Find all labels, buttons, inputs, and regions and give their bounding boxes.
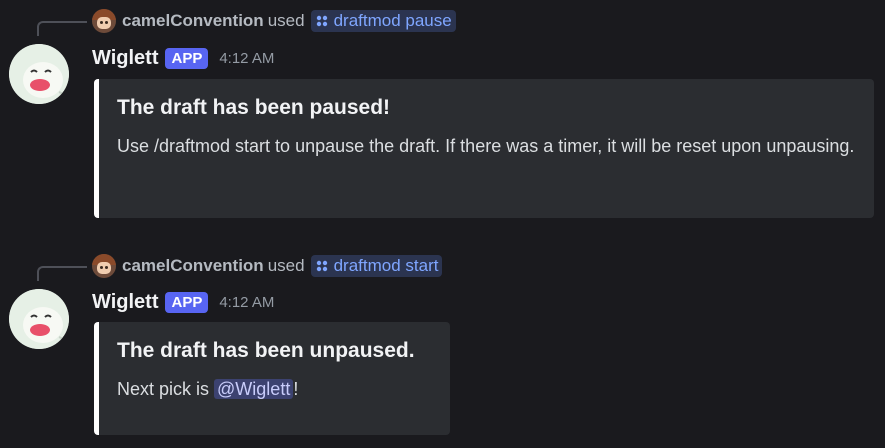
embed-title: The draft has been unpaused.: [117, 339, 415, 362]
reply-username[interactable]: camelConvention: [122, 256, 264, 276]
wiglett-avatar[interactable]: [9, 289, 69, 349]
timestamp[interactable]: 4:12 AM: [219, 50, 274, 67]
user-mention[interactable]: @Wiglett: [214, 379, 294, 399]
reply-username[interactable]: camelConvention: [122, 11, 264, 31]
embed-description-suffix: !: [293, 379, 299, 399]
slash-command-icon: [316, 260, 327, 272]
user-avatar[interactable]: [92, 254, 116, 278]
timestamp[interactable]: 4:12 AM: [219, 294, 274, 311]
command-name: draftmod pause: [333, 11, 452, 30]
slash-command-icon: [316, 15, 327, 27]
author-name[interactable]: Wiglett: [92, 47, 158, 70]
embed-description-text: Next pick is: [117, 379, 215, 399]
user-avatar[interactable]: [92, 9, 116, 33]
embed: The draft has been unpaused. Next pick i…: [94, 322, 450, 435]
reply-used-text: used: [267, 256, 305, 275]
wiglett-avatar-image: [9, 44, 69, 104]
embed: The draft has been paused! Use /draftmod…: [94, 79, 874, 218]
embed-title: The draft has been paused!: [117, 96, 391, 119]
reply-spine: [37, 266, 87, 281]
embed-description: Next pick is @Wiglett!: [117, 376, 434, 402]
wiglett-avatar[interactable]: [9, 44, 69, 104]
reply-context[interactable]: camelConvention used draftmod pause: [92, 9, 456, 33]
app-badge: APP: [165, 291, 209, 313]
command-pill[interactable]: draftmod pause: [310, 10, 456, 32]
author-name[interactable]: Wiglett: [92, 291, 158, 314]
command-pill[interactable]: draftmod start: [310, 255, 443, 277]
command-name: draftmod start: [333, 256, 439, 275]
reply-used-text: used: [267, 11, 305, 30]
message-header: Wiglett APP 4:12 AM: [92, 45, 274, 71]
reply-context[interactable]: camelConvention used draftmod start: [92, 254, 443, 278]
embed-description: Use /draftmod start to unpause the draft…: [117, 136, 855, 156]
app-badge: APP: [165, 47, 209, 69]
reply-spine: [37, 21, 87, 36]
message-header: Wiglett APP 4:12 AM: [92, 289, 274, 315]
wiglett-avatar-image: [9, 289, 69, 349]
